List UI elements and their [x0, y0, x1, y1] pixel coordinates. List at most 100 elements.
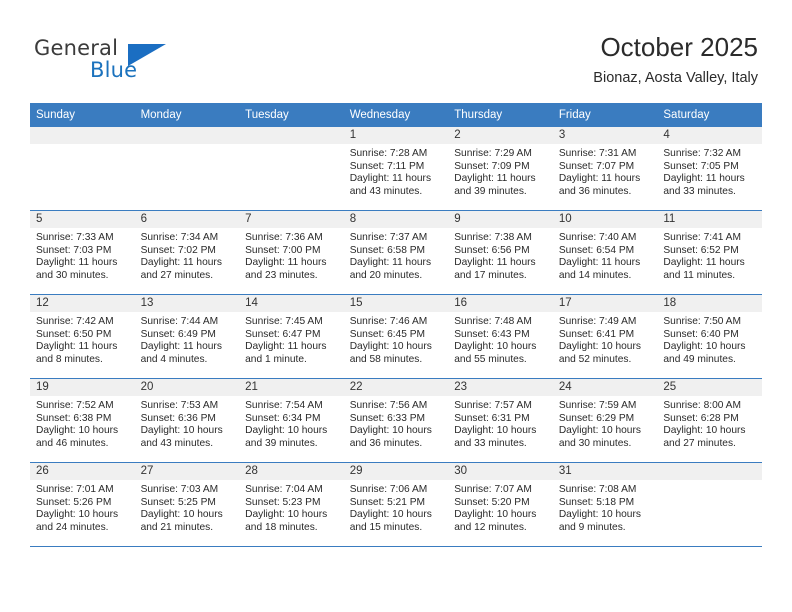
daylight-text-cont: and 33 minutes.: [663, 185, 736, 197]
logo-text-blue: Blue: [90, 58, 138, 82]
day-cell[interactable]: 25 Sunrise: 8:00 AM Sunset: 6:28 PM Dayligh…: [657, 378, 762, 463]
day-number: [30, 127, 135, 144]
sunset-text: Sunset: 7:11 PM: [349, 160, 425, 172]
sunrise-text: Sunrise: 7:01 AM: [36, 484, 114, 495]
day-cell[interactable]: 5 Sunrise: 7:33 AM Sunset: 7:03 PM Daylight…: [30, 210, 135, 295]
daylight-text: Daylight: 10 hours: [558, 509, 641, 521]
daylight-text-cont: and 55 minutes.: [454, 353, 527, 365]
sunset-text: Sunset: 6:41 PM: [558, 328, 635, 340]
day-number: [657, 463, 762, 480]
day-cell[interactable]: 2 Sunrise: 7:29 AM Sunset: 7:09 PM Daylight…: [448, 126, 553, 211]
daylight-text: Daylight: 10 hours: [349, 509, 432, 521]
daylight-text-cont: and 46 minutes.: [36, 437, 109, 449]
general-blue-logo[interactable]: General Blue: [34, 36, 234, 88]
sunrise-text: Sunrise: 7:36 AM: [245, 232, 323, 243]
sunset-text: Sunset: 7:02 PM: [140, 244, 216, 256]
sunset-text: Sunset: 6:58 PM: [349, 244, 426, 256]
daylight-text: Daylight: 11 hours: [140, 257, 222, 269]
sunrise-text: Sunrise: 7:53 AM: [140, 400, 219, 411]
sunset-text: Sunset: 6:34 PM: [245, 412, 321, 424]
sunset-text: Sunset: 6:45 PM: [349, 328, 426, 340]
day-number: 29: [343, 463, 449, 480]
daylight-text-cont: and 17 minutes.: [454, 269, 527, 281]
day-number: 17: [552, 295, 658, 312]
sunrise-text: Sunrise: 7:03 AM: [140, 484, 219, 495]
title-block: October 2025 Bionaz, Aosta Valley, Italy: [593, 31, 758, 87]
daylight-text-cont: and 30 minutes.: [36, 269, 109, 281]
daylight-text-cont: and 27 minutes.: [140, 269, 214, 281]
day-number: 20: [134, 379, 240, 396]
day-cell[interactable]: 6 Sunrise: 7:34 AM Sunset: 7:02 PM Daylight…: [134, 210, 240, 295]
sunset-text: Sunset: 5:26 PM: [36, 496, 112, 508]
day-cell[interactable]: 19 Sunrise: 7:52 AM Sunset: 6:38 PM Dayligh…: [30, 378, 135, 463]
daylight-text-cont: and 15 minutes.: [349, 521, 423, 533]
day-cell[interactable]: 15 Sunrise: 7:46 AM Sunset: 6:45 PM Dayligh…: [343, 294, 449, 379]
daylight-text-cont: and 36 minutes.: [349, 437, 423, 449]
day-cell[interactable]: 31 Sunrise: 7:08 AM Sunset: 5:18 PM Dayligh…: [552, 462, 658, 547]
daylight-text: Daylight: 10 hours: [140, 509, 223, 521]
calendar-week-row: 19 Sunrise: 7:52 AM Sunset: 6:38 PM Dayligh…: [30, 378, 762, 463]
day-cell[interactable]: 22 Sunrise: 7:56 AM Sunset: 6:33 PM Dayligh…: [343, 378, 449, 463]
weekday-header-saturday: Saturday: [657, 103, 762, 127]
day-cell[interactable]: 18 Sunrise: 7:50 AM Sunset: 6:40 PM Dayligh…: [657, 294, 762, 379]
daylight-text-cont: and 4 minutes.: [140, 353, 208, 365]
sunrise-text: Sunrise: 7:06 AM: [349, 484, 428, 495]
sunset-text: Sunset: 6:47 PM: [245, 328, 321, 340]
day-cell[interactable]: 20 Sunrise: 7:53 AM Sunset: 6:36 PM Dayligh…: [134, 378, 240, 463]
sunrise-text: Sunrise: 7:37 AM: [349, 232, 428, 243]
day-cell[interactable]: 30 Sunrise: 7:07 AM Sunset: 5:20 PM Dayligh…: [448, 462, 553, 547]
day-cell[interactable]: 9 Sunrise: 7:38 AM Sunset: 6:56 PM Daylight…: [448, 210, 553, 295]
day-number: 31: [552, 463, 658, 480]
daylight-text: Daylight: 10 hours: [454, 509, 537, 521]
daylight-text: Daylight: 10 hours: [36, 425, 119, 437]
daylight-text-cont: and 11 minutes.: [663, 269, 736, 281]
day-cell[interactable]: 12 Sunrise: 7:42 AM Sunset: 6:50 PM Dayligh…: [30, 294, 135, 379]
day-cell[interactable]: 8 Sunrise: 7:37 AM Sunset: 6:58 PM Daylight…: [343, 210, 449, 295]
sunrise-text: Sunrise: 7:42 AM: [36, 316, 114, 327]
calendar-week-row: 26 Sunrise: 7:01 AM Sunset: 5:26 PM Dayligh…: [30, 462, 762, 547]
day-cell[interactable]: 13 Sunrise: 7:44 AM Sunset: 6:49 PM Dayligh…: [134, 294, 240, 379]
sunset-text: Sunset: 5:20 PM: [454, 496, 530, 508]
day-number: 2: [448, 127, 553, 144]
day-cell[interactable]: 28 Sunrise: 7:04 AM Sunset: 5:23 PM Dayligh…: [239, 462, 344, 547]
sunset-text: Sunset: 6:56 PM: [454, 244, 530, 256]
weekday-header-wednesday: Wednesday: [343, 103, 449, 127]
day-cell[interactable]: 24 Sunrise: 7:59 AM Sunset: 6:29 PM Dayligh…: [552, 378, 658, 463]
day-cell[interactable]: 26 Sunrise: 7:01 AM Sunset: 5:26 PM Dayligh…: [30, 462, 135, 547]
sunset-text: Sunset: 7:05 PM: [663, 160, 739, 172]
daylight-text: Daylight: 11 hours: [558, 257, 641, 269]
day-cell[interactable]: 1 Sunrise: 7:28 AM Sunset: 7:11 PM Daylight…: [343, 126, 449, 211]
day-number: 18: [657, 295, 762, 312]
weekday-header-tuesday: Tuesday: [239, 103, 344, 127]
day-cell[interactable]: 27 Sunrise: 7:03 AM Sunset: 5:25 PM Dayligh…: [134, 462, 240, 547]
sunset-text: Sunset: 6:54 PM: [558, 244, 635, 256]
day-number: 3: [552, 127, 658, 144]
day-cell: [134, 126, 240, 211]
day-cell[interactable]: 10 Sunrise: 7:40 AM Sunset: 6:54 PM Dayligh…: [552, 210, 658, 295]
day-cell[interactable]: 29 Sunrise: 7:06 AM Sunset: 5:21 PM Dayligh…: [343, 462, 449, 547]
day-cell[interactable]: 16 Sunrise: 7:48 AM Sunset: 6:43 PM Dayligh…: [448, 294, 553, 379]
day-cell[interactable]: 14 Sunrise: 7:45 AM Sunset: 6:47 PM Dayligh…: [239, 294, 344, 379]
day-cell[interactable]: 23 Sunrise: 7:57 AM Sunset: 6:31 PM Dayligh…: [448, 378, 553, 463]
daylight-text: Daylight: 10 hours: [245, 509, 328, 521]
day-cell[interactable]: 4 Sunrise: 7:32 AM Sunset: 7:05 PM Daylight…: [657, 126, 762, 211]
day-cell[interactable]: 3 Sunrise: 7:31 AM Sunset: 7:07 PM Daylight…: [552, 126, 658, 211]
daylight-text: Daylight: 11 hours: [140, 341, 222, 353]
day-cell[interactable]: 7 Sunrise: 7:36 AM Sunset: 7:00 PM Daylight…: [239, 210, 344, 295]
daylight-text-cont: and 58 minutes.: [349, 353, 423, 365]
daylight-text-cont: and 8 minutes.: [36, 353, 103, 365]
day-number: 27: [134, 463, 240, 480]
sunrise-text: Sunrise: 7:52 AM: [36, 400, 114, 411]
daylight-text-cont: and 21 minutes.: [140, 521, 214, 533]
daylight-text: Daylight: 10 hours: [349, 425, 432, 437]
day-cell[interactable]: 21 Sunrise: 7:54 AM Sunset: 6:34 PM Dayligh…: [239, 378, 344, 463]
weekday-header-thursday: Thursday: [448, 103, 553, 127]
daylight-text-cont: and 1 minute.: [245, 353, 307, 365]
daylight-text-cont: and 39 minutes.: [245, 437, 318, 449]
sunrise-text: Sunrise: 7:32 AM: [663, 148, 741, 159]
day-cell[interactable]: 17 Sunrise: 7:49 AM Sunset: 6:41 PM Dayligh…: [552, 294, 658, 379]
weekday-header-sunday: Sunday: [30, 103, 135, 127]
sunset-text: Sunset: 5:23 PM: [245, 496, 321, 508]
sunrise-text: Sunrise: 7:44 AM: [140, 316, 219, 327]
day-cell[interactable]: 11 Sunrise: 7:41 AM Sunset: 6:52 PM Dayligh…: [657, 210, 762, 295]
